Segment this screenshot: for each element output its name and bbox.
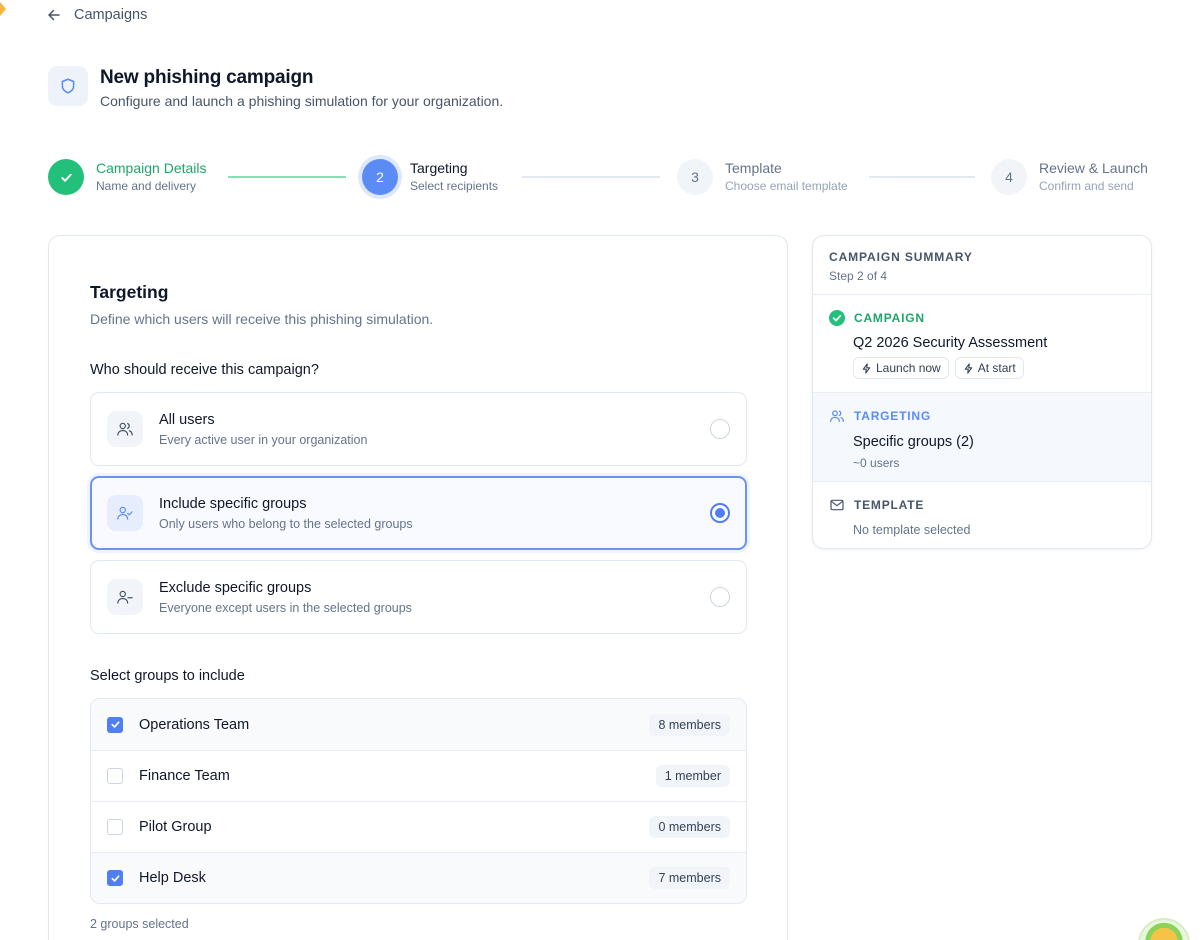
corner-decoration-icon xyxy=(0,2,6,16)
checkbox[interactable] xyxy=(107,768,123,784)
summary-header: CAMPAIGN SUMMARY Step 2 of 4 xyxy=(813,236,1151,295)
section-description: Define which users will receive this phi… xyxy=(90,311,434,327)
summary-targeting-section[interactable]: TARGETING Specific groups (2) ~0 users xyxy=(813,393,1151,482)
option-description: Everyone except users in the selected gr… xyxy=(159,600,412,615)
step-connector xyxy=(869,176,975,178)
groups-list: Operations Team 8 members Finance Team 1… xyxy=(90,698,747,904)
user-minus-icon xyxy=(117,590,133,604)
summary-label: CAMPAIGN xyxy=(854,311,925,325)
step-description: Choose email template xyxy=(725,179,848,193)
chip-label: Launch now xyxy=(876,361,941,375)
step-template[interactable]: 3 Template Choose email template xyxy=(677,159,848,195)
check-icon xyxy=(60,173,72,182)
targeting-card: Targeting Define which users will receiv… xyxy=(48,235,788,940)
step-number-badge: 2 xyxy=(362,159,398,195)
targeting-user-count: ~0 users xyxy=(853,456,900,470)
checkbox-checked[interactable] xyxy=(107,716,123,733)
lightning-icon xyxy=(964,362,972,374)
radio-button-selected[interactable] xyxy=(710,503,730,523)
recipient-question: Who should receive this campaign? xyxy=(90,362,319,378)
step-review-launch[interactable]: 4 Review & Launch Confirm and send xyxy=(991,159,1148,195)
member-count-badge: 8 members xyxy=(649,713,730,736)
summary-label: TARGETING xyxy=(854,409,931,423)
summary-campaign-section[interactable]: CAMPAIGN Q2 2026 Security Assessment Lau… xyxy=(813,295,1151,393)
summary-template-section[interactable]: TEMPLATE No template selected xyxy=(813,482,1151,548)
radio-button[interactable] xyxy=(710,587,730,607)
radio-button[interactable] xyxy=(710,419,730,439)
summary-heading: CAMPAIGN SUMMARY xyxy=(829,250,973,264)
chip-at-start: At start xyxy=(954,357,1024,379)
checkbox[interactable] xyxy=(107,819,123,835)
chip-label: At start xyxy=(977,361,1016,375)
step-description: Name and delivery xyxy=(96,179,197,193)
option-icon-box xyxy=(107,411,143,447)
option-include-groups[interactable]: Include specific groups Only users who b… xyxy=(90,476,747,550)
step-title: Campaign Details xyxy=(96,160,207,176)
step-title: Template xyxy=(725,160,782,176)
users-icon xyxy=(117,422,133,436)
groups-label: Select groups to include xyxy=(90,668,245,684)
users-icon xyxy=(830,410,844,422)
page-title: New phishing campaign xyxy=(100,67,314,88)
page-header: New phishing campaign Configure and laun… xyxy=(48,66,503,110)
step-title: Review & Launch xyxy=(1039,160,1148,176)
option-description: Only users who belong to the selected gr… xyxy=(159,516,413,531)
option-icon-box xyxy=(107,579,143,615)
summary-step-indicator: Step 2 of 4 xyxy=(829,269,888,283)
check-circle-icon xyxy=(829,310,845,326)
back-to-campaigns-link[interactable]: Campaigns xyxy=(46,4,147,26)
option-description: Every active user in your organization xyxy=(159,432,368,447)
group-name: Operations Team xyxy=(139,716,250,733)
step-title: Targeting xyxy=(410,160,468,176)
checkbox-checked[interactable] xyxy=(107,870,123,886)
campaign-summary-card: CAMPAIGN SUMMARY Step 2 of 4 CAMPAIGN Q2… xyxy=(812,235,1152,549)
template-value: No template selected xyxy=(853,523,971,537)
group-name: Finance Team xyxy=(139,768,230,784)
header-icon-box xyxy=(48,66,88,106)
option-all-users[interactable]: All users Every active user in your orga… xyxy=(90,392,747,466)
step-number-badge: 3 xyxy=(677,159,713,195)
back-link-label: Campaigns xyxy=(74,7,148,23)
arrow-left-icon xyxy=(48,9,60,21)
member-count-badge: 0 members xyxy=(649,816,730,838)
step-description: Confirm and send xyxy=(1039,179,1134,193)
step-connector xyxy=(522,176,660,178)
user-check-icon xyxy=(117,506,133,520)
option-exclude-groups[interactable]: Exclude specific groups Everyone except … xyxy=(90,560,747,634)
avatar[interactable] xyxy=(1138,918,1190,940)
checkmark-icon xyxy=(110,874,120,882)
group-row-pilot-group[interactable]: Pilot Group 0 members xyxy=(91,801,746,852)
step-description: Select recipients xyxy=(410,179,499,193)
lightning-icon xyxy=(862,362,871,374)
option-title: All users xyxy=(159,411,215,428)
chip-launch-now: Launch now xyxy=(853,357,949,379)
targeting-value: Specific groups (2) xyxy=(853,434,974,450)
option-title: Include specific groups xyxy=(159,495,307,512)
group-name: Pilot Group xyxy=(139,819,212,835)
option-icon-box xyxy=(107,495,143,531)
step-connector xyxy=(228,176,346,178)
step-number-badge: 4 xyxy=(991,159,1027,195)
step-campaign-details[interactable]: Campaign Details Name and delivery xyxy=(48,159,207,195)
group-row-finance-team[interactable]: Finance Team 1 member xyxy=(91,750,746,801)
campaign-name: Q2 2026 Security Assessment xyxy=(853,335,1048,351)
group-row-help-desk[interactable]: Help Desk 7 members xyxy=(91,852,746,903)
section-title: Targeting xyxy=(90,282,169,302)
group-name: Help Desk xyxy=(139,870,206,886)
checkmark-icon xyxy=(110,721,120,728)
step-targeting[interactable]: 2 Targeting Select recipients xyxy=(362,159,498,195)
selected-groups-count: 2 groups selected xyxy=(90,917,189,931)
member-count-badge: 1 member xyxy=(655,765,730,787)
group-row-operations-team[interactable]: Operations Team 8 members xyxy=(91,699,746,750)
member-count-badge: 7 members xyxy=(649,867,730,889)
shield-icon xyxy=(61,78,75,94)
step-complete-badge xyxy=(48,159,84,195)
mail-icon xyxy=(830,499,844,511)
option-title: Exclude specific groups xyxy=(159,579,312,596)
page-subtitle: Configure and launch a phishing simulati… xyxy=(100,93,504,109)
summary-label: TEMPLATE xyxy=(854,498,925,512)
